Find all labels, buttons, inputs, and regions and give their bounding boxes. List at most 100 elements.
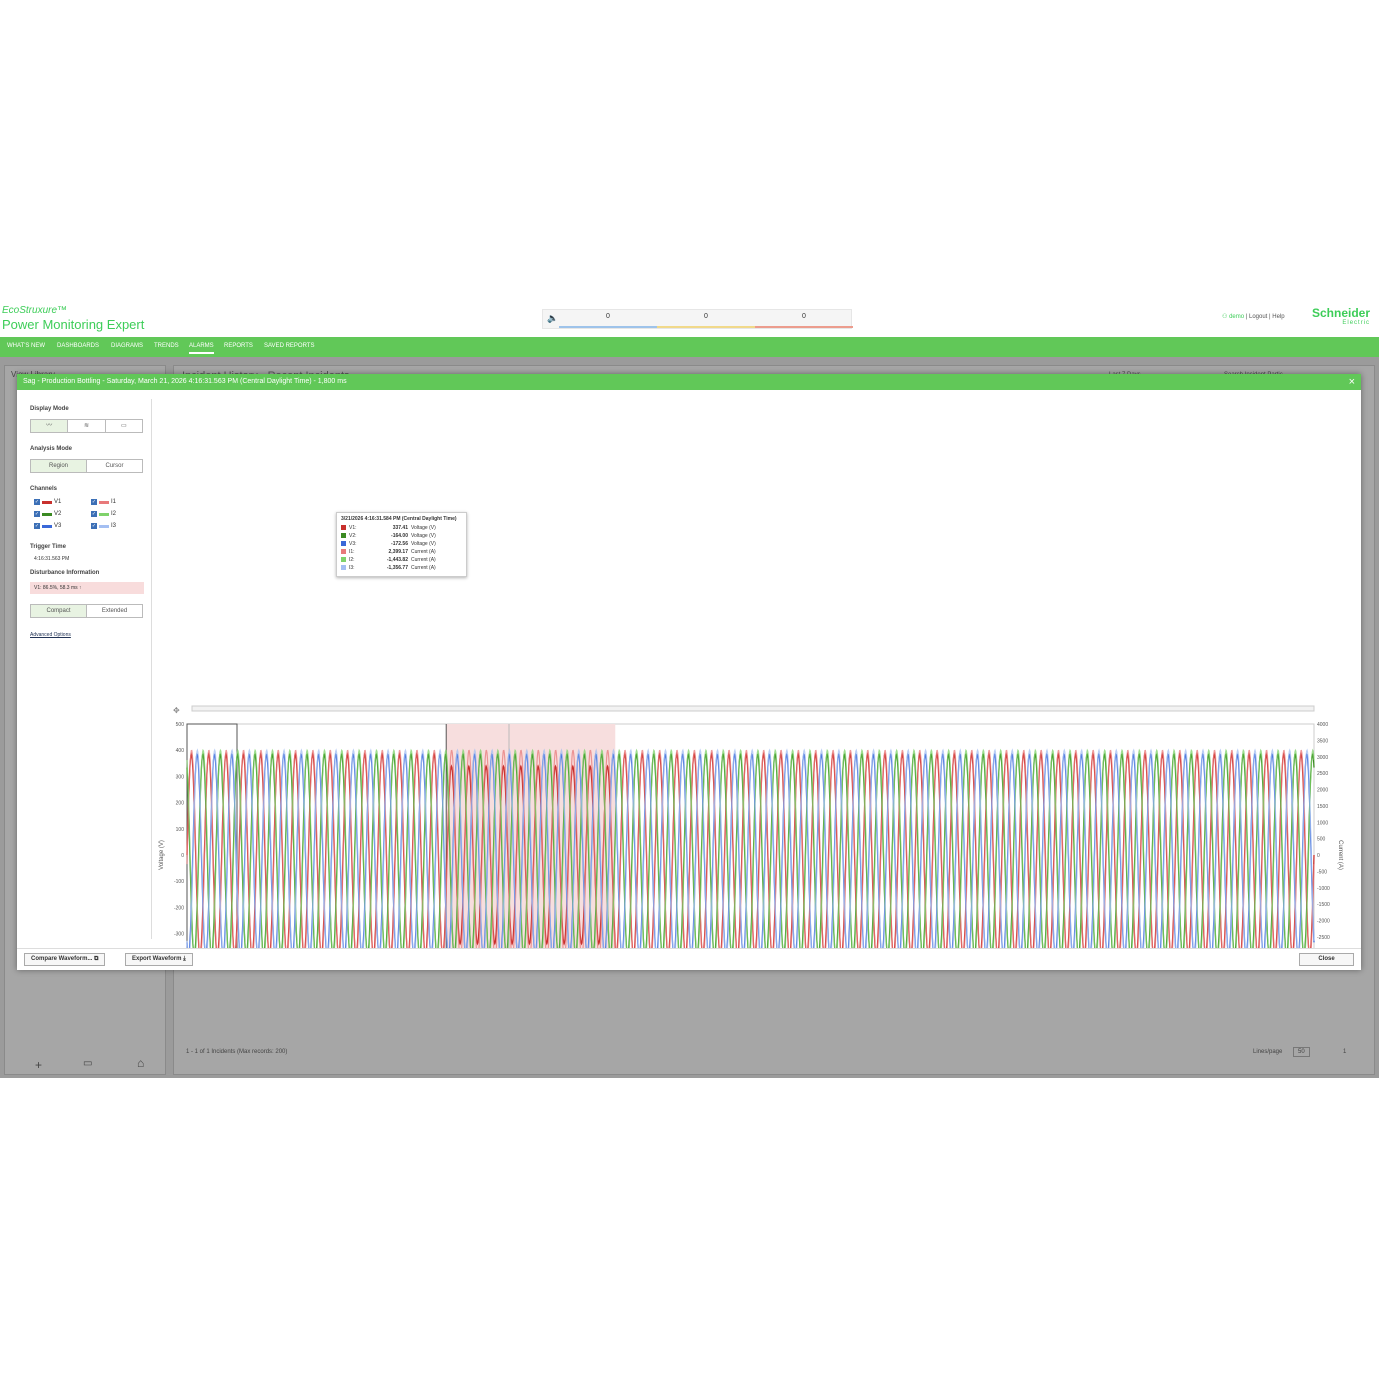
- y2-tick-label: -1500: [1317, 902, 1330, 908]
- y2-tick-label: 2500: [1317, 771, 1328, 777]
- dialog-footer: Compare Waveform... ⧉ Export Waveform ⤓ …: [17, 948, 1361, 970]
- user-icon: ⚇: [1222, 314, 1228, 320]
- tooltip-value: 2,399.17: [388, 549, 408, 555]
- tooltip-time: 3/21/2026 4:16:31.584 PM (Central Daylig…: [341, 516, 457, 522]
- time-scrollbar: [191, 705, 1315, 712]
- nav-dashboards[interactable]: DASHBOARDS: [57, 343, 99, 349]
- alarm-bar-line: [559, 326, 657, 328]
- tooltip-channel: V2:: [349, 533, 357, 539]
- waveform-chart[interactable]: 5004003002001000-100-200-300-400-5004000…: [159, 705, 1343, 948]
- y-tick-label: -200: [174, 905, 184, 911]
- y2-tick-label: 3500: [1317, 738, 1328, 744]
- y2-tick-label: 0: [1317, 853, 1320, 859]
- y-axis-label: Voltage (V): [159, 840, 165, 870]
- tooltip-swatch: [341, 565, 346, 570]
- tooltip-swatch: [341, 557, 346, 562]
- user-links: ⚇ demo | Logout | Help: [1222, 314, 1285, 320]
- waveform-dialog: Sag - Production Bottling - Saturday, Ma…: [17, 374, 1361, 970]
- y-tick-label: 0: [181, 853, 184, 859]
- speaker-icon[interactable]: 🔈: [547, 313, 558, 324]
- tooltip-value: -1,356.77: [386, 565, 408, 571]
- schneider-logo: Schneider Electric: [1312, 306, 1371, 326]
- waveform-tooltip: 3/21/2026 4:16:31.584 PM (Central Daylig…: [336, 512, 467, 577]
- help-link[interactable]: Help: [1272, 314, 1284, 320]
- tooltip-swatch: [341, 549, 346, 554]
- tooltip-channel: I3:: [349, 565, 355, 571]
- nav-whats-new[interactable]: WHAT'S NEW: [7, 343, 45, 349]
- tooltip-channel: V3:: [349, 541, 357, 547]
- tooltip-channel: I2:: [349, 557, 355, 563]
- y-tick-label: 200: [176, 801, 185, 807]
- y2-tick-label: -2000: [1317, 919, 1330, 925]
- tooltip-row: V2: -164.00 Voltage (V): [341, 532, 462, 540]
- y2-tick-label: 4000: [1317, 722, 1328, 728]
- y-tick-label: 100: [176, 827, 185, 833]
- tooltip-row: I1: 2,399.17 Current (A): [341, 548, 462, 556]
- tooltip-row: V1: 337.41 Voltage (V): [341, 524, 462, 532]
- compare-waveform-button[interactable]: Compare Waveform... ⧉: [24, 953, 106, 966]
- pan-icon: ✥: [173, 706, 180, 715]
- tooltip-row: V3: -172.56 Voltage (V): [341, 540, 462, 548]
- nav-diagrams[interactable]: DIAGRAMS: [111, 343, 143, 349]
- logo-ecostruxure: EcoStruxure™: [2, 305, 68, 316]
- open-external-icon: ⧉: [94, 956, 99, 962]
- y-tick-label: -300: [174, 932, 184, 938]
- main-nav: WHAT'S NEW DASHBOARDS DIAGRAMS TRENDS AL…: [0, 337, 1379, 357]
- export-waveform-button[interactable]: Export Waveform ⤓: [125, 953, 193, 966]
- alarm-bar-line: [755, 326, 853, 328]
- y2-tick-label: -2500: [1317, 935, 1330, 941]
- lines-per-page-select: 50: [1293, 1047, 1310, 1057]
- top-header: EcoStruxure™ Power Monitoring Expert 🔈 0…: [0, 300, 1379, 337]
- nav-alarms[interactable]: ALARMS: [189, 343, 214, 354]
- incident-count: 1 - 1 of 1 Incidents (Max records: 200): [186, 1049, 288, 1055]
- tooltip-value: -172.56: [391, 541, 408, 547]
- tooltip-unit: Current (A): [411, 549, 436, 555]
- y-tick-label: -100: [174, 879, 184, 885]
- incident-footer: 1 - 1 of 1 Incidents (Max records: 200) …: [178, 1047, 1368, 1065]
- alarm-count-high[interactable]: 0: [598, 313, 618, 320]
- tooltip-row: I3: -1,356.77 Current (A): [341, 564, 462, 572]
- tooltip-swatch: [341, 533, 346, 538]
- y-tick-label: 500: [176, 722, 185, 728]
- app-window: EcoStruxure™ Power Monitoring Expert 🔈 0…: [0, 300, 1379, 1078]
- tooltip-swatch: [341, 541, 346, 546]
- y2-tick-label: 500: [1317, 837, 1326, 843]
- tooltip-unit: Voltage (V): [411, 541, 436, 547]
- tooltip-value: -1,443.82: [386, 557, 408, 563]
- add-icon: +: [35, 1058, 43, 1072]
- home-icon: ⌂: [137, 1056, 145, 1070]
- tooltip-channel: V1:: [349, 525, 357, 531]
- y2-axis-label: Current (A): [1337, 840, 1343, 870]
- folder-icon: ▭: [83, 1058, 93, 1069]
- download-icon: ⤓: [183, 956, 186, 962]
- tooltip-rows: V1: 337.41 Voltage (V) V2: -164.00 Voltage (V…: [341, 524, 462, 572]
- close-button[interactable]: Close: [1299, 953, 1354, 966]
- y2-tick-label: 2000: [1317, 788, 1328, 794]
- tooltip-unit: Current (A): [411, 557, 436, 563]
- lines-per-page-label: Lines/page: [1253, 1049, 1283, 1055]
- user-name[interactable]: demo: [1229, 314, 1244, 320]
- y-tick-label: 400: [176, 748, 185, 754]
- page-number: 1: [1343, 1049, 1347, 1055]
- alarm-bar-line: [657, 326, 755, 328]
- y2-tick-label: 3000: [1317, 755, 1328, 761]
- tooltip-value: -164.00: [391, 533, 408, 539]
- alarm-count-medium[interactable]: 0: [696, 313, 716, 320]
- tooltip-unit: Voltage (V): [411, 533, 436, 539]
- tooltip-unit: Current (A): [411, 565, 436, 571]
- tooltip-channel: I1:: [349, 549, 355, 555]
- nav-saved-reports[interactable]: SAVED REPORTS: [264, 343, 314, 349]
- alarm-count-low[interactable]: 0: [794, 313, 814, 320]
- y-tick-label: 300: [176, 774, 185, 780]
- tooltip-unit: Voltage (V): [411, 525, 436, 531]
- y2-tick-label: 1500: [1317, 804, 1328, 810]
- alarm-summary-bar[interactable]: 🔈 0 0 0: [542, 309, 853, 329]
- tooltip-swatch: [341, 525, 346, 530]
- nav-reports[interactable]: REPORTS: [224, 343, 253, 349]
- charts-area: 5004003002001000-100-200-300-400-5004000…: [159, 705, 1343, 948]
- tooltip-value: 337.41: [392, 525, 408, 531]
- y2-tick-label: -500: [1317, 869, 1327, 875]
- logout-link[interactable]: Logout: [1249, 314, 1267, 320]
- nav-trends[interactable]: TRENDS: [154, 343, 179, 349]
- y2-tick-label: 1000: [1317, 820, 1328, 826]
